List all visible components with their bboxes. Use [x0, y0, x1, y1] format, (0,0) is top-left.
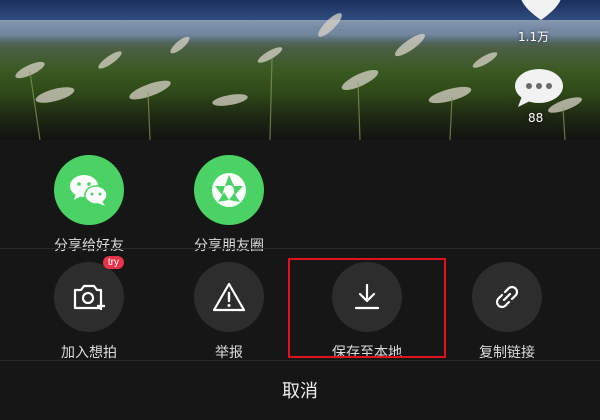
row-divider	[0, 248, 600, 249]
share-to-moments-button[interactable]: 分享朋友圈	[169, 155, 289, 255]
share-to-friend-label: 分享给好友	[54, 238, 124, 254]
cancel-button[interactable]: 取消	[0, 360, 600, 420]
report-circle	[194, 262, 264, 332]
share-to-moments-label: 分享朋友圈	[194, 238, 264, 254]
comment-icon[interactable]	[514, 68, 564, 108]
report-button[interactable]: 举报	[169, 262, 289, 362]
like-count: 1.1万	[518, 30, 550, 44]
link-icon	[495, 285, 519, 309]
camera-plus-icon	[73, 284, 105, 310]
comment-count: 88	[528, 111, 544, 125]
share-to-friend-circle	[54, 155, 124, 225]
copy-link-button[interactable]: 复制链接	[447, 262, 567, 362]
report-label: 举报	[215, 345, 243, 361]
video-preview: 1.1万 88	[0, 0, 600, 140]
add-to-shoot-label: 加入想拍	[61, 345, 117, 361]
add-to-shoot-circle: try	[54, 256, 124, 332]
save-highlight-frame	[288, 258, 446, 358]
share-to-moments-circle	[194, 155, 264, 225]
heart-icon[interactable]	[518, 0, 564, 22]
copy-link-circle	[472, 262, 542, 332]
moments-shutter-icon	[212, 173, 246, 207]
wechat-icon	[70, 175, 108, 206]
copy-link-label: 复制链接	[479, 345, 535, 361]
share-to-friend-button[interactable]: 分享给好友	[29, 155, 149, 255]
try-badge: try	[102, 256, 124, 269]
reed-field-image	[0, 13, 600, 140]
warning-icon	[212, 282, 246, 312]
add-to-shoot-button[interactable]: try 加入想拍	[29, 256, 149, 362]
